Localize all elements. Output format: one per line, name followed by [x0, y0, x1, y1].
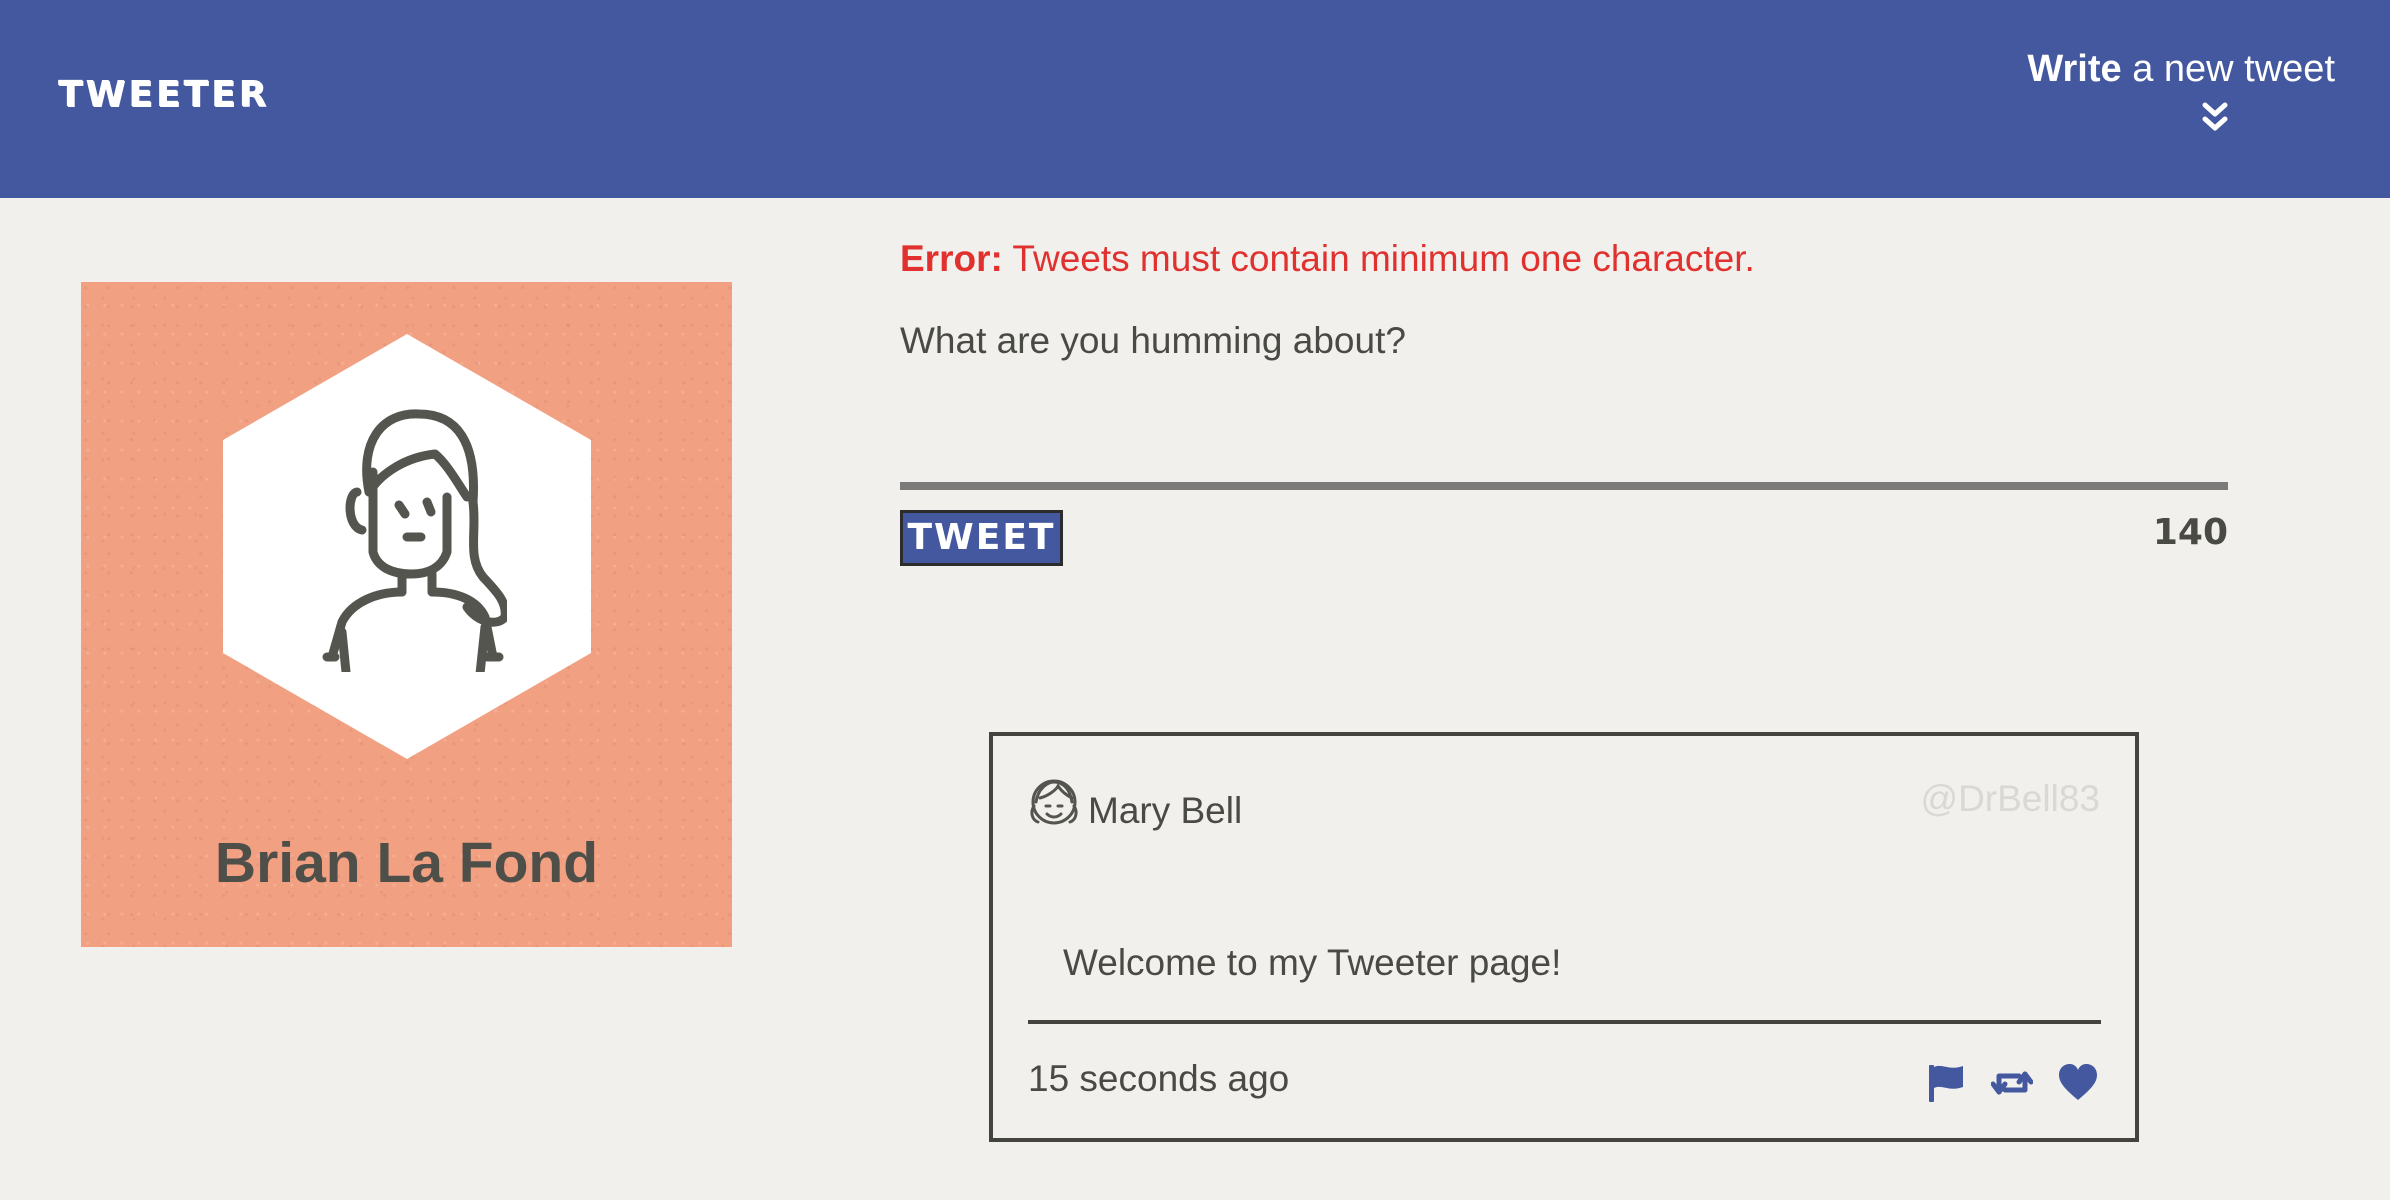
tweet-timestamp: 15 seconds ago — [1028, 1058, 1290, 1099]
write-rest-label: a new tweet — [2121, 48, 2335, 90]
flag-icon[interactable] — [1925, 1062, 1967, 1104]
tweet-content: Welcome to my Tweeter page! — [1063, 942, 1562, 983]
double-chevron-down-icon — [2202, 102, 2228, 131]
tweet-card: Mary Bell @DrBell83 Welcome to my Tweete… — [989, 732, 2139, 1142]
write-new-tweet-label: Write a new tweet — [2015, 48, 2335, 91]
write-new-tweet-toggle[interactable]: Write a new tweet — [2015, 48, 2335, 148]
tweet-actions — [1925, 1058, 2099, 1108]
author-handle: @DrBell83 — [1920, 778, 2100, 819]
author-name: Mary Bell — [1088, 790, 1243, 831]
error-label: Error: — [900, 238, 1003, 279]
heart-icon[interactable] — [2057, 1062, 2099, 1104]
tweet-divider — [1028, 1020, 2101, 1024]
write-bold-label: Write — [2027, 48, 2122, 90]
profile-card: Brian La Fond — [81, 282, 732, 947]
character-counter: 140 — [2152, 512, 2228, 553]
profile-name: Brian La Fond — [214, 831, 599, 895]
compose-prompt: What are you humming about? — [900, 320, 1406, 361]
brand-logo[interactable]: TWEETER — [58, 74, 269, 115]
error-text: Tweets must contain minimum one characte… — [1002, 238, 1755, 279]
tweet-submit-button[interactable]: TWEET — [900, 510, 1063, 566]
author-avatar-icon — [1030, 779, 1078, 825]
tweet-textarea[interactable] — [900, 380, 2228, 490]
user-avatar-icon — [322, 409, 507, 672]
error-message: Error: Tweets must contain minimum one c… — [900, 238, 1755, 280]
top-nav: TWEETER Write a new tweet — [0, 0, 2390, 198]
retweet-icon[interactable] — [1991, 1062, 2033, 1104]
